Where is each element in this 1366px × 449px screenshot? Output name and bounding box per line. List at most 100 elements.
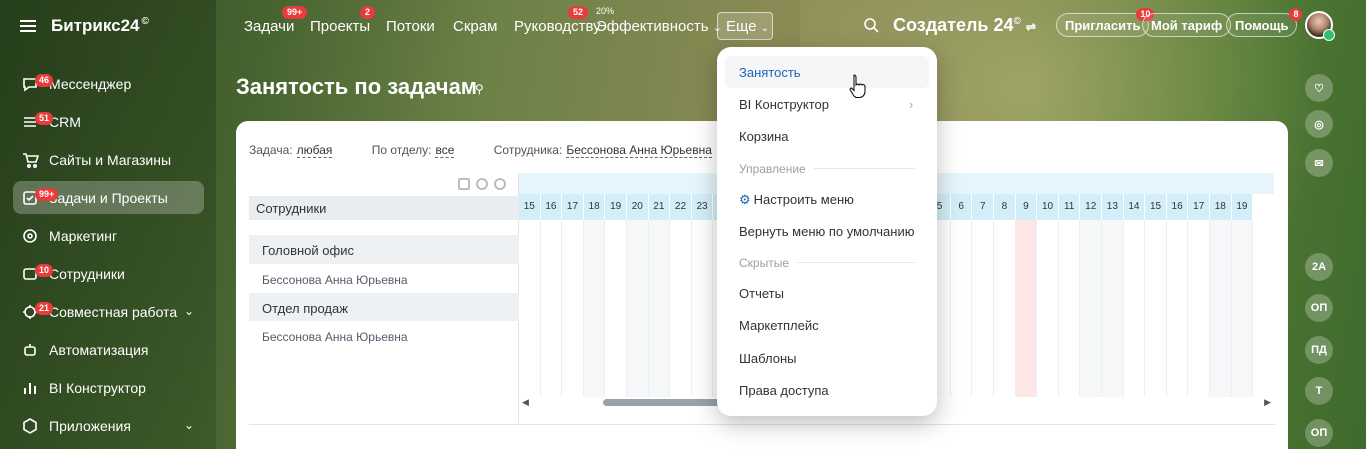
nav-scrum[interactable]: Скрам xyxy=(453,18,497,35)
sidebar-item-apps[interactable]: Приложения ⌄ xyxy=(13,409,204,442)
menu-item-configure[interactable]: ⚙ Настроить меню xyxy=(739,192,854,208)
day-column xyxy=(1015,220,1038,397)
zoom-out-icon[interactable] xyxy=(494,178,506,190)
chevron-down-icon[interactable]: ⌄ xyxy=(184,304,194,318)
pin-icon[interactable]: ⚲ xyxy=(475,82,484,96)
scroll-thumb[interactable] xyxy=(603,399,723,406)
group-row[interactable]: Головной офис xyxy=(249,235,519,264)
nav-flows[interactable]: Потоки xyxy=(386,18,435,35)
settings-icon[interactable]: ⇌ xyxy=(1026,20,1036,34)
employee-row[interactable]: Бессонова Анна Юрьевна xyxy=(249,273,519,293)
menu-section-manage: Управление xyxy=(739,162,806,176)
sidebar-item-sites[interactable]: Сайты и Магазины xyxy=(13,143,204,176)
group-row[interactable]: Отдел продаж xyxy=(249,293,519,321)
print-icon[interactable] xyxy=(458,178,470,190)
scroll-right-icon[interactable]: ▶ xyxy=(1264,397,1271,408)
day-column xyxy=(605,220,627,397)
user-avatar-5[interactable]: ОП xyxy=(1305,419,1333,447)
day-column xyxy=(1037,220,1059,397)
day-header: 8 xyxy=(994,194,1016,220)
sidebar-item-automation[interactable]: Автоматизация xyxy=(13,333,204,366)
bell-icon[interactable]: ♡ xyxy=(1305,74,1333,102)
menu-item-access[interactable]: Права доступа xyxy=(739,383,829,398)
day-column xyxy=(1167,220,1189,397)
sidebar-item-tasks[interactable]: 99+ Задачи и Проекты xyxy=(13,181,204,214)
day-header: 14 xyxy=(1124,194,1146,220)
department-filter[interactable]: все xyxy=(435,143,455,158)
employees-icon: 10 xyxy=(21,263,54,283)
sidebar-item-marketing[interactable]: Маркетинг xyxy=(13,219,204,252)
day-header: 10 xyxy=(1037,194,1059,220)
day-column xyxy=(519,220,541,397)
sidebar-item-messenger[interactable]: 46 Мессенджер xyxy=(13,67,204,100)
tasks-icon: 99+ xyxy=(21,187,59,207)
search-icon[interactable] xyxy=(863,17,879,33)
day-header: 17 xyxy=(1188,194,1210,220)
task-filter[interactable]: любая xyxy=(296,143,333,158)
nav-efficiency[interactable]: 20% Эффективность ⌄ xyxy=(596,6,722,35)
chevron-down-icon[interactable]: ⌄ xyxy=(184,418,194,432)
day-header: 23 xyxy=(692,194,714,220)
management-badge: 52 xyxy=(568,6,589,19)
day-header: 15 xyxy=(1145,194,1167,220)
company-title: Создатель 24© ⇌ xyxy=(893,15,1036,35)
scroll-left-icon[interactable]: ◀ xyxy=(522,397,529,408)
help-button[interactable]: Помощь 8 xyxy=(1226,8,1303,37)
day-column xyxy=(1145,220,1167,397)
day-column xyxy=(692,220,714,397)
day-header: 15 xyxy=(519,194,541,220)
menu-item-trash[interactable]: Корзина xyxy=(739,129,789,144)
invite-button[interactable]: Пригласить 10 xyxy=(1056,8,1155,37)
nav-tasks[interactable]: Задачи 99+ xyxy=(244,6,308,35)
logo[interactable]: Битрикс24 © xyxy=(51,16,149,36)
day-header: 20 xyxy=(627,194,649,220)
day-column xyxy=(562,220,584,397)
day-header: 7 xyxy=(972,194,995,220)
user-avatar-2[interactable]: ОП xyxy=(1305,294,1333,322)
copilot-icon[interactable]: ◎ xyxy=(1305,110,1333,138)
more-button[interactable]: Еще ⌄ xyxy=(717,12,773,40)
menu-item-marketplace[interactable]: Маркетплейс xyxy=(739,318,819,333)
day-column xyxy=(1188,220,1210,397)
menu-item-occupancy[interactable]: Занятость xyxy=(739,65,801,80)
gear-icon: ⚙ xyxy=(739,192,751,207)
menu-item-templates[interactable]: Шаблоны xyxy=(739,351,797,366)
day-column xyxy=(583,220,606,397)
menu-item-reports[interactable]: Отчеты xyxy=(739,286,784,301)
chat-icon[interactable]: ✉ xyxy=(1305,149,1333,177)
collab-icon: 21 xyxy=(21,301,54,321)
sidebar-item-bi[interactable]: BI Конструктор xyxy=(13,371,204,404)
tariff-button[interactable]: Мой тариф xyxy=(1142,13,1232,37)
day-column xyxy=(1124,220,1146,397)
day-header: 19 xyxy=(605,194,627,220)
day-header: 12 xyxy=(1080,194,1103,220)
day-header: 18 xyxy=(584,194,606,220)
day-column xyxy=(951,220,973,397)
day-header: 11 xyxy=(1059,194,1081,220)
day-header: 13 xyxy=(1102,194,1124,220)
employee-filter[interactable]: Бессонова Анна Юрьевна xyxy=(566,143,712,158)
employee-row[interactable]: Бессонова Анна Юрьевна xyxy=(249,330,519,350)
top-navigation: Задачи 99+ Проекты 2 Потоки Скрам Руководс… xyxy=(216,0,1366,52)
chevron-right-icon: › xyxy=(909,97,914,112)
user-avatar-4[interactable]: Т xyxy=(1305,377,1333,405)
avatar[interactable] xyxy=(1305,11,1335,41)
nav-management[interactable]: Руководству 52 xyxy=(514,6,601,35)
user-avatar-3[interactable]: ПД xyxy=(1305,336,1333,364)
hamburger-icon[interactable] xyxy=(20,20,36,32)
page-title: Занятость по задачам xyxy=(236,74,478,99)
sidebar-item-employees[interactable]: 10 Сотрудники xyxy=(13,257,204,290)
menu-item-reset[interactable]: Вернуть меню по умолчанию xyxy=(739,224,914,239)
user-avatar-1[interactable]: 2А xyxy=(1305,253,1333,281)
day-header: 16 xyxy=(541,194,563,220)
sidebar-item-crm[interactable]: 51 CRM xyxy=(13,105,204,138)
sidebar-item-collab[interactable]: 21 Совместная работа ⌄ xyxy=(13,295,204,328)
day-header: 19 xyxy=(1232,194,1254,220)
filters-bar: Задача: любая По отделу: все Сотрудника: Бе… xyxy=(249,143,712,158)
nav-projects[interactable]: Проекты 2 xyxy=(310,6,376,35)
projects-badge: 2 xyxy=(360,6,376,19)
zoom-in-icon[interactable] xyxy=(476,178,488,190)
day-header: 17 xyxy=(562,194,584,220)
robot-icon xyxy=(21,341,39,359)
menu-item-bi[interactable]: BI Конструктор › xyxy=(739,97,919,112)
